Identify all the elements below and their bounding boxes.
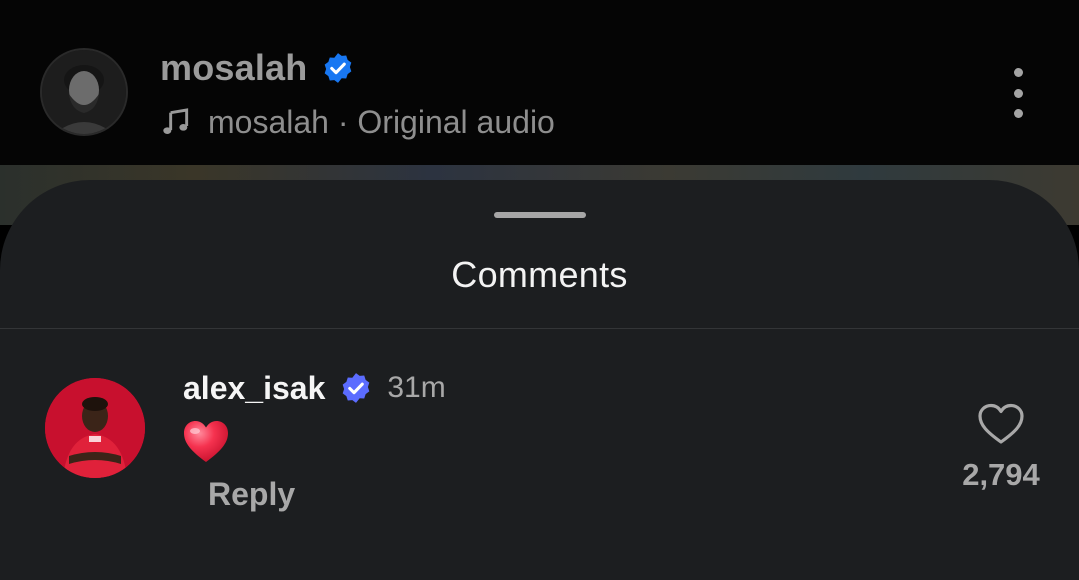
reply-button[interactable]: Reply	[208, 476, 295, 513]
verified-badge-icon	[325, 53, 352, 83]
verified-badge-icon	[343, 373, 370, 403]
comments-sheet: Comments alex_isak 31m Reply 2,794	[0, 180, 1079, 580]
heart-emoji-icon	[184, 421, 228, 462]
profile-avatar[interactable]	[42, 50, 126, 134]
more-options-icon[interactable]	[1006, 68, 1030, 118]
comment-timestamp: 31m	[387, 371, 446, 404]
like-count: 2,794	[962, 457, 1040, 492]
commenter-avatar[interactable]	[45, 378, 145, 478]
comment-username[interactable]: alex_isak	[183, 370, 325, 407]
audio-label: mosalah · Original audio	[208, 103, 555, 140]
divider	[0, 328, 1079, 329]
original-audio-link[interactable]: mosalah · Original audio	[160, 100, 555, 144]
music-note-icon	[163, 108, 189, 134]
reel-author-name[interactable]: mosalah	[160, 47, 307, 89]
sheet-title: Comments	[451, 254, 628, 295]
sheet-drag-handle[interactable]	[494, 212, 586, 218]
heart-like-icon[interactable]	[977, 402, 1025, 446]
commenter-photo	[45, 378, 145, 478]
profile-photo	[42, 50, 126, 134]
reel-author[interactable]: mosalah	[160, 44, 355, 92]
comment-header: alex_isak 31m	[183, 366, 446, 410]
reel-header: mosalah mosalah · Original audio	[0, 0, 1079, 165]
